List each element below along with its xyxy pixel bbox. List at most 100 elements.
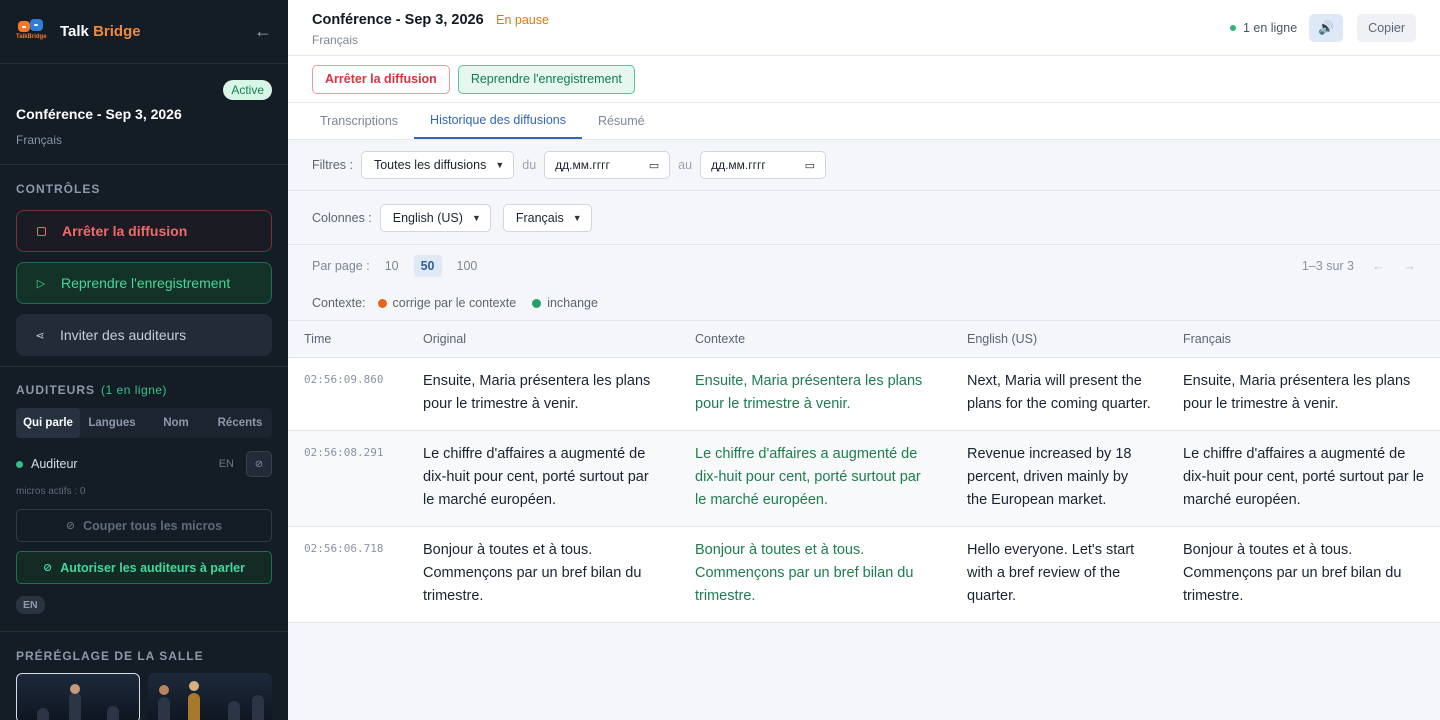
to-label: au <box>678 158 693 172</box>
room-preset-section: PRÉRÉGLAGE DE LA SALLE <box>0 632 288 720</box>
filters-label: Filtres : <box>312 158 353 172</box>
tab-name[interactable]: Nom <box>144 408 208 438</box>
calendar-icon: ▭ <box>648 159 660 172</box>
header-french: Français <box>1167 320 1440 358</box>
controls-title: CONTRÔLES <box>16 182 101 196</box>
column2-select[interactable]: Français ▼ <box>502 203 592 232</box>
listeners-tabs: Qui parle Langues Nom Récents <box>16 408 272 438</box>
header-english: English (US) <box>951 320 1167 358</box>
tab-who-speaks[interactable]: Qui parle <box>16 408 80 438</box>
table-row: 02:56:06.718 Bonjour à toutes et à tous.… <box>288 526 1440 623</box>
calendar-icon: ▭ <box>804 159 816 172</box>
cell-original: Le chiffre d'affaires a augmenté de dix-… <box>407 430 679 527</box>
context-legend: Contexte: corrige par le contexte inchan… <box>288 286 1440 320</box>
cell-english: Hello everyone. Let's start with a bref … <box>951 526 1167 623</box>
tab-transcriptions[interactable]: Transcriptions <box>304 103 414 139</box>
mic-off-icon[interactable]: ⊘ <box>246 451 272 477</box>
invite-listeners-button[interactable]: ⋖ Inviter des auditeurs <box>16 314 272 356</box>
online-dot <box>16 460 23 468</box>
mute-all-label: Couper tous les micros <box>83 518 223 533</box>
conference-language: Français <box>16 133 63 147</box>
preset-thumbnail[interactable] <box>148 673 272 720</box>
legend-dot-unchanged <box>532 298 542 308</box>
online-indicator: 1 en ligne <box>1229 21 1298 35</box>
from-label: du <box>522 158 537 172</box>
listeners-section: AUDITEURS (1 en ligne) Qui parle Langues… <box>0 367 288 614</box>
language-chip[interactable]: EN <box>16 596 45 614</box>
cell-time: 02:56:08.291 <box>288 430 407 527</box>
speaker-icon[interactable]: 🔊 <box>1309 14 1344 42</box>
filters-bar: Filtres : Toutes les diffusions ▼ du дд.м… <box>288 140 1440 191</box>
room-preset-title: PRÉRÉGLAGE DE LA SALLE <box>16 649 204 663</box>
view-tabs: Transcriptions Historique des diffusions… <box>288 103 1440 140</box>
play-icon: ▷ <box>36 277 46 290</box>
columns-label: Colonnes : <box>312 210 372 225</box>
resume-recording-button[interactable]: Reprendre l'enregistrement <box>457 64 635 94</box>
pagination-summary: 1–3 sur 3 <box>1301 258 1354 273</box>
cell-french: Ensuite, Maria présentera les plans pour… <box>1167 357 1440 431</box>
tab-recent[interactable]: Récents <box>208 408 272 438</box>
preset-thumbnail[interactable] <box>16 673 140 720</box>
share-icon: ⋖ <box>35 329 45 342</box>
tab-languages[interactable]: Langues <box>80 408 144 438</box>
stop-broadcast-button[interactable]: Arrêter la diffusion <box>312 64 450 94</box>
transcript-table: Time Original Contexte English (US) Fran… <box>288 320 1440 623</box>
online-dot <box>1229 25 1236 31</box>
listener-name: Auditeur <box>31 457 78 471</box>
pagination-bar: Par page : 10 50 100 1–3 sur 3 ← → <box>288 245 1440 286</box>
mic-icon: ⊘ <box>42 562 53 574</box>
conference-info: Active Conférence - Sep 3, 2026 Français <box>0 64 288 165</box>
main-content: Conférence - Sep 3, 2026 En pause França… <box>288 0 1440 720</box>
status-text: En pause <box>496 13 549 27</box>
stop-icon <box>37 226 46 236</box>
allow-speak-button[interactable]: ⊘ Autoriser les auditeurs à parler <box>16 551 272 584</box>
cell-context: Bonjour à toutes et à tous. Commençons p… <box>679 526 951 623</box>
logo: TalkBridge <box>16 18 47 46</box>
allow-speak-label: Autoriser les auditeurs à parler <box>60 560 245 575</box>
stop-broadcast-label: Arrêter la diffusion <box>62 223 188 239</box>
per-page-50[interactable]: 50 <box>413 254 442 277</box>
online-count: 1 en ligne <box>1242 21 1298 35</box>
table-row: 02:56:09.860 Ensuite, Maria présentera l… <box>288 357 1440 431</box>
chevron-down-icon: ▼ <box>495 160 505 170</box>
brand-name: Talk Bridge <box>60 23 141 40</box>
legend-dot-corrected <box>377 298 387 308</box>
cell-time: 02:56:09.860 <box>288 357 407 431</box>
collapse-sidebar-icon[interactable]: ← <box>254 21 272 42</box>
cell-french: Le chiffre d'affaires a augmenté de dix-… <box>1167 430 1440 527</box>
from-date-input[interactable]: дд.мм.гггг ▭ <box>544 151 671 179</box>
to-date-input[interactable]: дд.мм.гггг ▭ <box>700 151 827 179</box>
columns-bar: Colonnes : English (US) ▼ Français ▼ <box>288 191 1440 245</box>
next-page-icon[interactable]: → <box>1403 258 1416 273</box>
listeners-title: AUDITEURS <box>16 383 96 397</box>
column1-select[interactable]: English (US) ▼ <box>379 203 491 232</box>
tab-summary[interactable]: Résumé <box>582 103 661 139</box>
legend-corrected: corrige par le contexte <box>392 296 517 310</box>
listeners-online-count: (1 en ligne) <box>101 383 168 397</box>
cell-original: Ensuite, Maria présentera les plans pour… <box>407 357 679 431</box>
controls-section: CONTRÔLES Arrêter la diffusion ▷ Reprend… <box>0 165 288 356</box>
broadcast-filter-select[interactable]: Toutes les diffusions ▼ <box>360 151 515 179</box>
mic-off-icon: ⊘ <box>65 520 76 532</box>
table-row: 02:56:08.291 Le chiffre d'affaires a aug… <box>288 430 1440 527</box>
copy-button[interactable]: Copier <box>1357 14 1416 42</box>
listener-row: Auditeur EN ⊘ <box>16 446 272 482</box>
chevron-down-icon: ▼ <box>471 212 481 223</box>
per-page-10[interactable]: 10 <box>378 255 406 277</box>
listener-language: EN <box>218 458 234 470</box>
sidebar: TalkBridge Talk Bridge ← Active Conféren… <box>0 0 288 720</box>
cell-english: Next, Maria will present the plans for t… <box>951 357 1167 431</box>
chevron-down-icon: ▼ <box>572 212 582 223</box>
tab-broadcast-history[interactable]: Historique des diffusions <box>414 103 583 139</box>
top-bar: Conférence - Sep 3, 2026 En pause França… <box>288 0 1440 56</box>
header-original: Original <box>407 320 679 358</box>
mute-all-button[interactable]: ⊘ Couper tous les micros <box>16 509 272 542</box>
resume-recording-label: Reprendre l'enregistrement <box>61 275 231 291</box>
per-page-100[interactable]: 100 <box>450 255 485 277</box>
legend-label: Contexte: <box>312 296 366 310</box>
resume-recording-button[interactable]: ▷ Reprendre l'enregistrement <box>16 262 272 304</box>
stop-broadcast-button[interactable]: Arrêter la diffusion <box>16 210 272 252</box>
prev-page-icon[interactable]: ← <box>1372 258 1385 273</box>
legend-unchanged: inchange <box>547 296 598 310</box>
status-badge: Active <box>223 80 272 100</box>
